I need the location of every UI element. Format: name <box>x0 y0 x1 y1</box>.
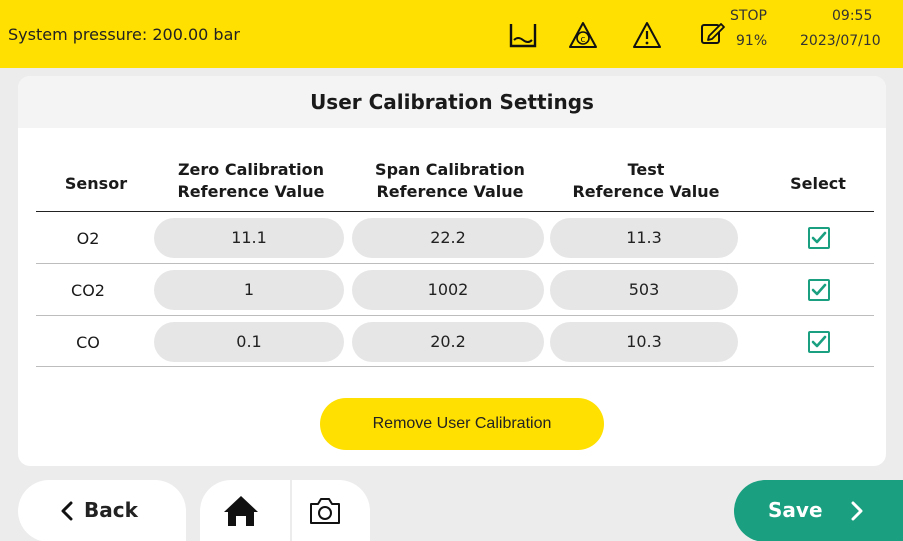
sensor-label: CO2 <box>71 281 105 300</box>
header-test: Test Reference Value <box>556 159 736 203</box>
zero-value-field[interactable]: 1 <box>154 270 344 310</box>
select-checkbox[interactable] <box>808 331 830 353</box>
screenshot-button[interactable] <box>292 480 370 541</box>
save-label: Save <box>768 498 823 522</box>
header-zero-line2: Reference Value <box>177 182 325 201</box>
header-select: Select <box>790 174 846 193</box>
stop-percent: 91% <box>736 33 768 49</box>
header-test-line1: Test <box>627 160 665 179</box>
row-divider <box>36 315 874 316</box>
warning-icon[interactable] <box>632 20 662 50</box>
span-value-field[interactable]: 22.2 <box>352 218 544 258</box>
tank-icon[interactable] <box>508 20 538 50</box>
check-icon <box>811 283 827 296</box>
home-button[interactable] <box>200 480 290 541</box>
system-pressure-text: System pressure: 200.00 bar <box>8 25 240 44</box>
clock-date: 2023/07/10 <box>800 33 881 49</box>
edit-icon <box>701 23 725 44</box>
header-zero: Zero Calibration Reference Value <box>156 159 346 203</box>
sensor-label: O2 <box>76 229 100 248</box>
select-checkbox[interactable] <box>808 279 830 301</box>
svg-text:c: c <box>581 35 586 45</box>
header-zero-line1: Zero Calibration <box>177 160 325 179</box>
calibration-c-icon[interactable]: c <box>568 20 598 50</box>
page-title: User Calibration Settings <box>310 90 594 114</box>
save-button[interactable]: Save <box>734 480 903 541</box>
chevron-right-icon <box>851 501 863 521</box>
zero-value-field[interactable]: 11.1 <box>154 218 344 258</box>
header-test-line2: Reference Value <box>572 182 720 201</box>
check-icon <box>811 231 827 244</box>
remove-user-calibration-button[interactable]: Remove User Calibration <box>320 398 604 450</box>
row-divider <box>36 366 874 367</box>
back-label: Back <box>84 498 138 522</box>
header-span-line1: Span Calibration <box>375 160 525 179</box>
header-divider <box>36 211 874 212</box>
header-sensor: Sensor <box>64 174 128 193</box>
clock-time: 09:55 <box>832 8 873 24</box>
header-span-line2: Reference Value <box>376 182 524 201</box>
calibration-panel: User Calibration Settings Sensor Zero Ca… <box>18 76 886 466</box>
home-icon <box>224 496 258 526</box>
stop-indicator[interactable]: STOP 91% <box>700 8 770 58</box>
chevron-left-icon <box>61 501 73 521</box>
check-icon <box>811 335 827 348</box>
back-button[interactable]: Back <box>18 480 186 541</box>
header-span: Span Calibration Reference Value <box>354 159 546 203</box>
select-checkbox[interactable] <box>808 227 830 249</box>
test-value-field[interactable]: 503 <box>550 270 738 310</box>
zero-value-field[interactable]: 0.1 <box>154 322 344 362</box>
test-value-field[interactable]: 11.3 <box>550 218 738 258</box>
test-value-field[interactable]: 10.3 <box>550 322 738 362</box>
camera-icon <box>310 498 340 524</box>
row-divider <box>36 263 874 264</box>
span-value-field[interactable]: 20.2 <box>352 322 544 362</box>
status-bar: System pressure: 200.00 bar c STOP 91% 0… <box>0 0 903 68</box>
stop-label: STOP <box>730 8 767 24</box>
span-value-field[interactable]: 1002 <box>352 270 544 310</box>
sensor-label: CO <box>76 333 100 352</box>
